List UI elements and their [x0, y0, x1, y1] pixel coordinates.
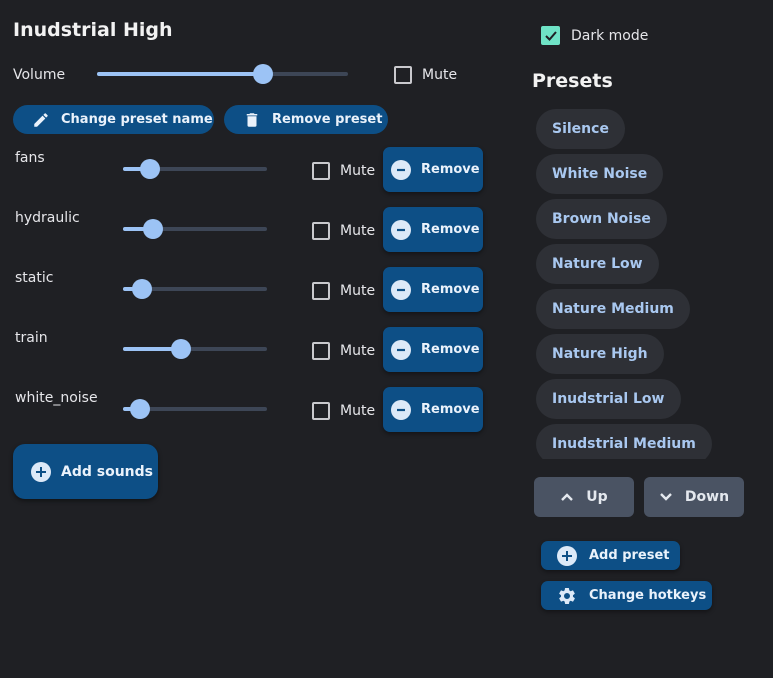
remove-sound-label: Remove	[421, 282, 480, 297]
sound-mute-label: Mute	[340, 223, 376, 239]
minus-circle-icon	[391, 279, 411, 300]
slider-thumb[interactable]	[170, 339, 191, 359]
change-preset-name-button[interactable]: Change preset name	[13, 105, 214, 134]
remove-sound-button[interactable]: Remove	[383, 147, 483, 192]
remove-sound-label: Remove	[421, 402, 480, 417]
volume-mute-label: Mute	[422, 67, 458, 83]
sound-mute-checkbox[interactable]	[312, 162, 330, 180]
sound-mute-checkbox[interactable]	[312, 222, 330, 240]
plus-circle-icon	[557, 545, 577, 566]
sound-mute-label: Mute	[340, 163, 376, 179]
remove-sound-label: Remove	[421, 162, 480, 177]
preset-chip[interactable]: Brown Noise	[536, 199, 667, 239]
remove-preset-button[interactable]: Remove preset	[224, 105, 388, 134]
down-button[interactable]: Down	[644, 477, 744, 517]
preset-chip[interactable]: White Noise	[536, 154, 664, 194]
volume-label: Volume	[13, 67, 66, 83]
add-sounds-button[interactable]: Add sounds	[13, 444, 158, 499]
minus-circle-icon	[391, 339, 411, 360]
remove-sound-button[interactable]: Remove	[383, 387, 483, 432]
add-sounds-label: Add sounds	[61, 463, 153, 480]
sound-name: train	[15, 330, 48, 346]
volume-mute-checkbox[interactable]	[394, 66, 412, 84]
minus-circle-icon	[391, 219, 411, 240]
sound-name: white_noise	[15, 390, 98, 406]
minus-circle-icon	[391, 399, 411, 420]
change-hotkeys-button[interactable]: Change hotkeys	[541, 581, 712, 610]
check-icon	[544, 30, 557, 41]
slider-fill	[97, 72, 263, 76]
remove-sound-label: Remove	[421, 222, 480, 237]
sound-volume-slider[interactable]	[123, 338, 267, 360]
trash-icon	[242, 110, 262, 130]
remove-sound-button[interactable]: Remove	[383, 207, 483, 252]
remove-sound-button[interactable]: Remove	[383, 267, 483, 312]
minus-circle-icon	[391, 159, 411, 180]
sound-mute-label: Mute	[340, 283, 376, 299]
dark-mode-checkbox[interactable]	[541, 26, 560, 45]
remove-sound-label: Remove	[421, 342, 480, 357]
sound-volume-slider[interactable]	[123, 218, 267, 240]
down-label: Down	[684, 489, 730, 505]
slider-thumb[interactable]	[140, 159, 161, 179]
remove-sound-button[interactable]: Remove	[383, 327, 483, 372]
gear-icon	[557, 586, 577, 606]
add-preset-button[interactable]: Add preset	[541, 541, 680, 570]
chevron-up-icon	[560, 492, 574, 502]
slider-thumb[interactable]	[130, 399, 151, 419]
change-hotkeys-label: Change hotkeys	[589, 588, 707, 603]
presets-title: Presets	[532, 70, 613, 92]
remove-preset-label: Remove preset	[272, 112, 383, 127]
add-preset-label: Add preset	[589, 548, 670, 563]
preset-list[interactable]: Silence White Noise Brown Noise Nature Low N…	[532, 104, 732, 459]
slider-thumb[interactable]	[143, 219, 164, 239]
dark-mode-label: Dark mode	[571, 28, 649, 44]
sound-volume-slider[interactable]	[123, 158, 267, 180]
sound-mute-checkbox[interactable]	[312, 282, 330, 300]
sound-mute-checkbox[interactable]	[312, 342, 330, 360]
sound-mute-checkbox[interactable]	[312, 402, 330, 420]
chevron-down-icon	[659, 492, 673, 502]
preset-title: Inudstrial High	[13, 19, 173, 41]
sound-volume-slider[interactable]	[123, 278, 267, 300]
pencil-icon	[31, 110, 51, 130]
sound-volume-slider[interactable]	[123, 398, 267, 420]
sound-name: static	[15, 270, 54, 286]
preset-chip[interactable]: Silence	[536, 109, 625, 149]
change-preset-name-label: Change preset name	[61, 112, 213, 127]
sound-name: hydraulic	[15, 210, 80, 226]
preset-chip[interactable]: Inudstrial Medium	[536, 424, 712, 459]
volume-slider[interactable]	[97, 63, 348, 85]
slider-thumb[interactable]	[252, 64, 273, 84]
preset-chip[interactable]: Nature Low	[536, 244, 659, 284]
preset-chip[interactable]: Nature High	[536, 334, 664, 374]
sound-mute-label: Mute	[340, 343, 376, 359]
plus-circle-icon	[31, 461, 51, 482]
sound-name: fans	[15, 150, 45, 166]
preset-chip[interactable]: Inudstrial Low	[536, 379, 681, 419]
sound-mute-label: Mute	[340, 403, 376, 419]
slider-thumb[interactable]	[131, 279, 152, 299]
up-button[interactable]: Up	[534, 477, 634, 517]
preset-chip[interactable]: Nature Medium	[536, 289, 690, 329]
up-label: Up	[586, 489, 608, 505]
